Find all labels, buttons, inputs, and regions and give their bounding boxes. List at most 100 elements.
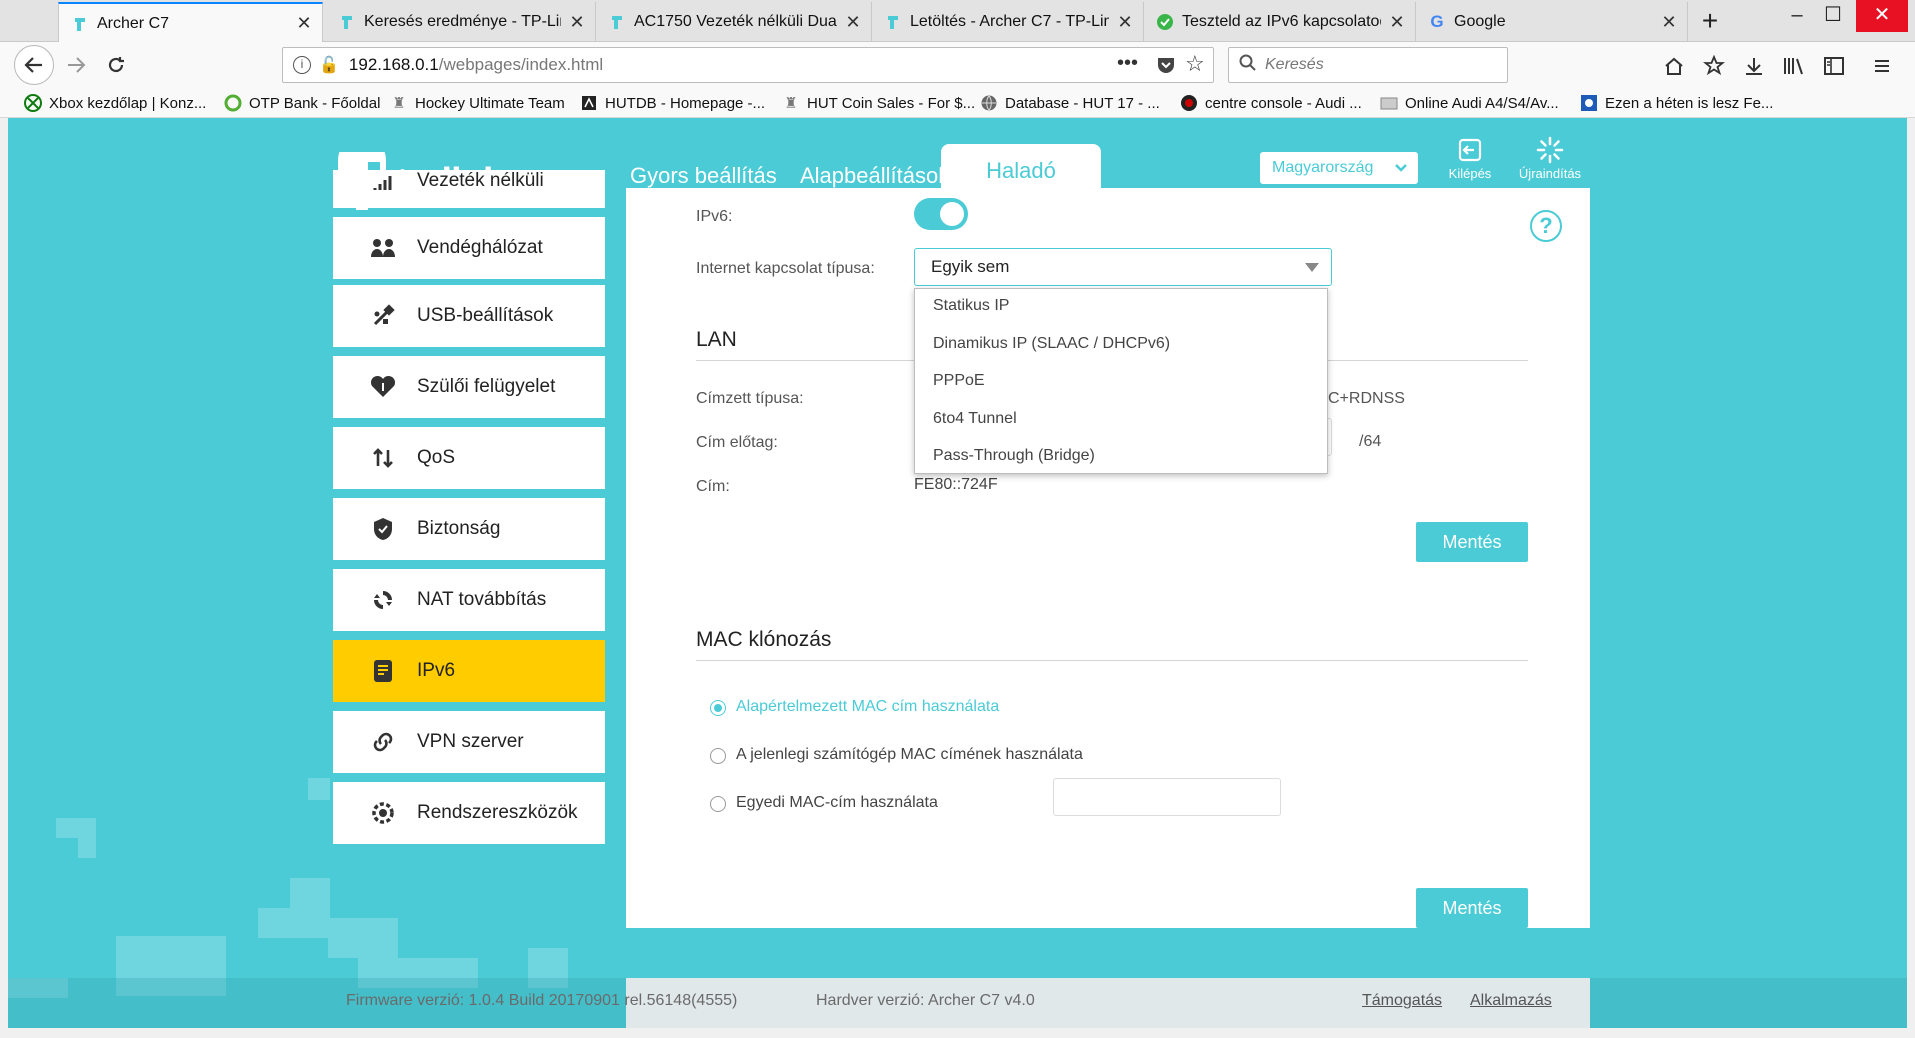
reload-button[interactable]	[98, 48, 134, 82]
bookmark-xbox[interactable]: Xbox kezdőlap | Konz...	[24, 92, 206, 114]
mac-default-label[interactable]: Alapértelmezett MAC cím használata	[736, 698, 999, 716]
sidebar-item-qos[interactable]: QoS	[333, 427, 605, 489]
sidebar-item-system-tools[interactable]: Rendszereszközök	[333, 782, 605, 844]
close-tab-icon[interactable]: ✕	[845, 12, 861, 33]
bookmark-hockey[interactable]: ♜ Hockey Ultimate Team	[390, 92, 565, 114]
ipv6-toggle[interactable]	[914, 198, 968, 230]
sidebar-item-security[interactable]: Biztonság	[333, 498, 605, 560]
app-link[interactable]: Alkalmazás	[1470, 992, 1552, 1010]
bookmark-label: Hockey Ultimate Team	[415, 94, 565, 112]
library-icon[interactable]	[1780, 52, 1808, 80]
sidebar-item-vpn-server[interactable]: VPN szerver	[333, 711, 605, 773]
option-static-ip[interactable]: Statikus IP	[933, 297, 1009, 315]
decor-square	[258, 908, 318, 938]
mac-default-radio[interactable]	[710, 700, 726, 716]
url-bar[interactable]: i 🔓 192.168.0.1/webpages/index.html ••• …	[282, 47, 1214, 83]
mac-custom-radio[interactable]	[710, 796, 726, 812]
mac-custom-label[interactable]: Egyedi MAC-cím használata	[736, 794, 938, 812]
tab-ipv6-test[interactable]: Teszteld az IPv6 kapcsolatod. ✕	[1144, 2, 1416, 42]
content-panel: IPv6: ? Internet kapcsolat típusa: Egyik…	[626, 188, 1590, 928]
back-button[interactable]	[14, 45, 54, 85]
saved-to-pocket-icon[interactable]	[1700, 52, 1728, 80]
maximize-button[interactable]: ☐	[1807, 0, 1859, 32]
bookmark-hutdb[interactable]: HUTDB - Homepage -...	[580, 92, 765, 114]
bookmark-star-icon[interactable]: ☆	[1185, 51, 1205, 77]
connection-type-select[interactable]: Egyik sem	[914, 248, 1332, 286]
region-select[interactable]: Magyarország	[1260, 152, 1418, 184]
close-tab-icon[interactable]: ✕	[1117, 12, 1133, 33]
bookmark-label: centre console - Audi ...	[1205, 94, 1362, 112]
site-favicon-icon	[1180, 94, 1198, 112]
bookmark-label: OTP Bank - Főoldal	[249, 94, 381, 112]
support-link[interactable]: Támogatás	[1362, 992, 1442, 1010]
sidebar-item-parental-control[interactable]: Szülői felügyelet	[333, 356, 605, 418]
sidebar-item-guest-network[interactable]: Vendéghálózat	[333, 217, 605, 279]
reboot-button[interactable]: Újraindítás	[1510, 134, 1590, 181]
close-tab-icon[interactable]: ✕	[1389, 12, 1405, 33]
address-type-label: Címzett típusa:	[696, 390, 804, 407]
window-frame-left	[0, 118, 8, 1038]
bookmark-label: HUTDB - Homepage -...	[605, 94, 766, 112]
tab-archer-c7[interactable]: Archer C7 ✕	[58, 2, 323, 43]
check-favicon-icon	[1156, 13, 1174, 31]
lan-save-button[interactable]: Mentés	[1416, 522, 1528, 562]
sidebar-item-label: Biztonság	[417, 518, 501, 539]
address-label: Cím:	[696, 478, 730, 495]
mac-current-pc-radio[interactable]	[710, 748, 726, 764]
trophy-icon: ♜	[392, 95, 406, 112]
tab-title: Letöltés - Archer C7 - TP-Link	[910, 13, 1109, 30]
search-placeholder: Keresés	[1265, 56, 1324, 73]
firmware-version: Firmware verzió: 1.0.4 Build 20170901 re…	[346, 992, 738, 1009]
custom-mac-input[interactable]	[1053, 778, 1281, 816]
search-bar[interactable]: Keresés	[1228, 47, 1508, 83]
bookmark-centre-console[interactable]: centre console - Audi ...	[1180, 92, 1362, 114]
close-tab-icon[interactable]: ✕	[1661, 12, 1677, 33]
sidebar-item-usb[interactable]: USB-beállítások	[333, 285, 605, 347]
tab-kereses[interactable]: Keresés eredménye - TP-Link ✕	[326, 2, 596, 42]
sidebar-toggle-icon[interactable]	[1820, 52, 1848, 80]
tab-google[interactable]: G Google ✕	[1416, 2, 1688, 42]
tab-ac1750[interactable]: AC1750 Vezeték nélküli Dual B ✕	[596, 2, 872, 42]
mac-current-pc-label[interactable]: A jelenlegi számítógép MAC címének haszn…	[736, 746, 1083, 764]
prefix-label: Cím előtag:	[696, 434, 778, 451]
sidebar-item-wireless[interactable]: Vezeték nélküli	[333, 170, 605, 208]
decor-square	[308, 778, 330, 800]
connection-type-label: Internet kapcsolat típusa:	[696, 260, 875, 277]
close-tab-icon[interactable]: ✕	[296, 13, 312, 34]
mac-divider	[696, 660, 1528, 661]
logout-button[interactable]: Kilépés	[1435, 134, 1505, 181]
search-icon	[1239, 54, 1257, 77]
qos-icon	[363, 446, 403, 470]
page-actions-icon[interactable]: •••	[1117, 52, 1138, 75]
pocket-icon[interactable]	[1155, 54, 1177, 81]
home-icon[interactable]	[1660, 52, 1688, 80]
close-tab-icon[interactable]: ✕	[569, 12, 585, 33]
sidebar-item-ipv6[interactable]: IPv6	[333, 640, 605, 702]
bookmark-audi[interactable]: Online Audi A4/S4/Av...	[1380, 92, 1559, 114]
close-window-button[interactable]: ✕	[1856, 0, 1908, 32]
bookmark-hut-coin[interactable]: ♜ HUT Coin Sales - For $...	[782, 92, 975, 114]
sidebar-item-nat-forwarding[interactable]: NAT továbbítás	[333, 569, 605, 631]
menu-icon[interactable]	[1868, 52, 1896, 80]
bookmark-database-hut[interactable]: Database - HUT 17 - ...	[980, 92, 1160, 114]
info-icon[interactable]: i	[293, 56, 311, 74]
tab-title: Archer C7	[97, 14, 170, 32]
tab-letoltes[interactable]: Letöltés - Archer C7 - TP-Link ✕	[872, 2, 1144, 42]
option-pppoe[interactable]: PPPoE	[933, 372, 985, 390]
option-dynamic-ip[interactable]: Dinamikus IP (SLAAC / DHCPv6)	[933, 335, 1170, 353]
wifi-icon	[363, 172, 403, 192]
mac-save-button[interactable]: Mentés	[1416, 888, 1528, 928]
bookmark-label: Online Audi A4/S4/Av...	[1405, 94, 1559, 112]
new-tab-button[interactable]: +	[1692, 4, 1728, 38]
browser-window: Archer C7 ✕ Keresés eredménye - TP-Link …	[0, 0, 1915, 1038]
downloads-icon[interactable]	[1740, 52, 1768, 80]
chevron-down-icon	[1395, 164, 1407, 172]
sidebar-item-label: QoS	[417, 447, 456, 468]
option-pass-through[interactable]: Pass-Through (Bridge)	[933, 447, 1095, 465]
forward-button[interactable]	[58, 48, 94, 82]
help-icon[interactable]: ?	[1530, 210, 1562, 242]
bookmark-otp[interactable]: OTP Bank - Főoldal	[224, 92, 380, 114]
bookmark-ezen-a-heten[interactable]: Ezen a héten is lesz Fe...	[1580, 92, 1773, 114]
option-6to4-tunnel[interactable]: 6to4 Tunnel	[933, 410, 1017, 428]
sidebar-item-label: USB-beállítások	[417, 305, 554, 326]
